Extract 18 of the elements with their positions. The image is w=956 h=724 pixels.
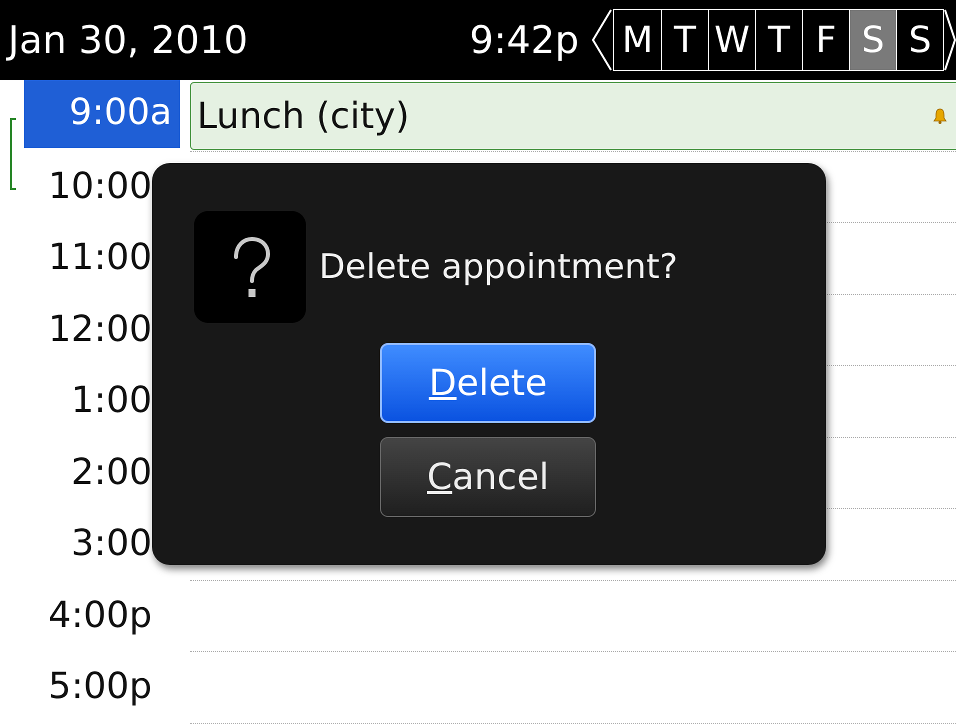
- dialog-message: Delete appointment?: [319, 247, 678, 287]
- day-tab[interactable]: M: [614, 10, 661, 70]
- appointment-title: Lunch (city): [197, 96, 410, 136]
- day-tab[interactable]: S: [849, 10, 896, 70]
- day-tab[interactable]: W: [708, 10, 755, 70]
- time-label: 9:42p: [470, 18, 579, 62]
- time-slot[interactable]: 9:00a: [24, 80, 180, 148]
- dialog-button[interactable]: Delete: [380, 343, 596, 423]
- appointment[interactable]: Lunch (city): [190, 82, 956, 150]
- time-bracket: [10, 118, 16, 190]
- day-tab[interactable]: T: [661, 10, 708, 70]
- date-label: Jan 30, 2010: [8, 18, 248, 62]
- time-slot[interactable]: 5:00p: [0, 652, 180, 724]
- question-icon: [194, 211, 306, 323]
- dialog-button[interactable]: Cancel: [380, 437, 596, 517]
- day-tab[interactable]: S: [896, 10, 943, 70]
- day-tab[interactable]: T: [755, 10, 802, 70]
- time-slot[interactable]: 4:00p: [0, 580, 180, 652]
